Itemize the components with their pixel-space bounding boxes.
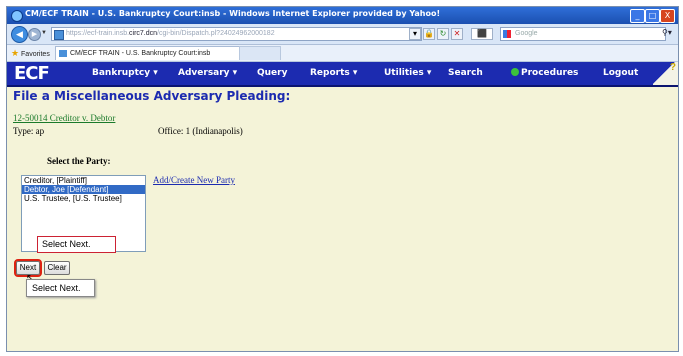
minimize-button[interactable]: _ <box>630 9 645 23</box>
star-icon: ★ <box>11 48 20 58</box>
window-title: CM/ECF TRAIN - U.S. Bankruptcy Court:ins… <box>25 9 441 18</box>
select-party-label: Select the Party: <box>47 156 111 166</box>
history-dropdown-icon[interactable]: ▼ <box>41 30 47 36</box>
ecf-menu-bar: ECF Bankruptcy ▾ Adversary ▾ Query Repor… <box>7 62 678 87</box>
page-content: File a Miscellaneous Adversary Pleading:… <box>7 87 678 351</box>
browser-tab[interactable]: CM/ECF TRAIN - U.S. Bankruptcy Court:ins… <box>55 46 251 60</box>
case-office: Office: 1 (Indianapolis) <box>158 126 243 136</box>
maximize-button[interactable]: □ <box>645 9 660 23</box>
favorites-button[interactable]: ★ Favorites <box>11 48 50 59</box>
page-icon <box>54 30 64 40</box>
search-input[interactable]: Google <box>500 27 666 41</box>
case-link[interactable]: 12-50014 Creditor v. Debtor <box>13 113 115 123</box>
clear-button[interactable]: Clear <box>44 261 70 275</box>
page-title: File a Miscellaneous Adversary Pleading: <box>13 89 291 103</box>
url-path: /cgi-bin/Dispatch.pl?24024962000182 <box>157 30 275 37</box>
url-prefix: https://ecf-train.insb. <box>66 30 130 37</box>
ecf-logo[interactable]: ECF <box>14 63 50 84</box>
close-button[interactable]: X <box>660 9 675 23</box>
search-provider-icon[interactable]: ⬛ <box>471 28 493 40</box>
menu-bankruptcy[interactable]: Bankruptcy ▾ <box>92 68 158 78</box>
search-placeholder: Google <box>515 30 538 37</box>
menu-search[interactable]: Search <box>448 68 483 78</box>
menu-adversary[interactable]: Adversary ▾ <box>178 68 237 78</box>
dropdown-icon[interactable]: ▾ <box>409 28 421 40</box>
help-icon: ? <box>669 62 676 73</box>
party-option[interactable]: Creditor, [Plaintiff] <box>22 176 145 185</box>
stop-icon[interactable]: ✕ <box>451 28 463 40</box>
menu-logout[interactable]: Logout <box>603 68 638 78</box>
ie-logo-icon <box>11 10 23 22</box>
party-option-selected[interactable]: Debtor, Joe [Defendant] <box>22 185 145 194</box>
add-new-party-link[interactable]: Add/Create New Party <box>153 175 235 185</box>
party-option[interactable]: U.S. Trustee, [U.S. Trustee] <box>22 194 145 203</box>
url-host: circ7.dcn <box>129 30 158 37</box>
next-callout: Select Next. <box>26 279 95 297</box>
case-type: Type: ap <box>13 126 45 136</box>
favorites-bar: ★ Favorites CM/ECF TRAIN - U.S. Bankrupt… <box>7 45 678 62</box>
procedures-label: Procedures <box>521 68 579 78</box>
lock-icon[interactable]: 🔒 <box>423 28 435 40</box>
refresh-icon[interactable]: ↻ <box>437 28 449 40</box>
help-corner[interactable]: ? <box>653 62 678 85</box>
google-icon <box>503 30 511 38</box>
title-bar: CM/ECF TRAIN - U.S. Bankruptcy Court:ins… <box>7 7 678 24</box>
browser-window: CM/ECF TRAIN - U.S. Bankruptcy Court:ins… <box>6 6 679 352</box>
address-input[interactable]: https://ecf-train.insb.circ7.dcn/cgi-bin… <box>51 27 422 41</box>
address-toolbar: ◀ ▶ ▼ https://ecf-train.insb.circ7.dcn/c… <box>7 24 678 45</box>
menu-reports[interactable]: Reports ▾ <box>310 68 357 78</box>
menu-utilities[interactable]: Utilities ▾ <box>384 68 431 78</box>
forward-button[interactable]: ▶ <box>28 28 41 41</box>
new-tab-button[interactable] <box>239 46 281 60</box>
search-icon[interactable]: ⚲▾ <box>662 28 672 37</box>
tab-page-icon <box>59 50 67 57</box>
favorites-label: Favorites <box>21 51 50 58</box>
procedures-icon <box>511 68 519 76</box>
tab-title: CM/ECF TRAIN - U.S. Bankruptcy Court:ins… <box>70 50 211 57</box>
back-button[interactable]: ◀ <box>11 26 28 43</box>
listbox-callout: Select Next. <box>37 236 116 253</box>
menu-procedures[interactable]: Procedures <box>511 68 578 78</box>
menu-query[interactable]: Query <box>257 68 287 78</box>
